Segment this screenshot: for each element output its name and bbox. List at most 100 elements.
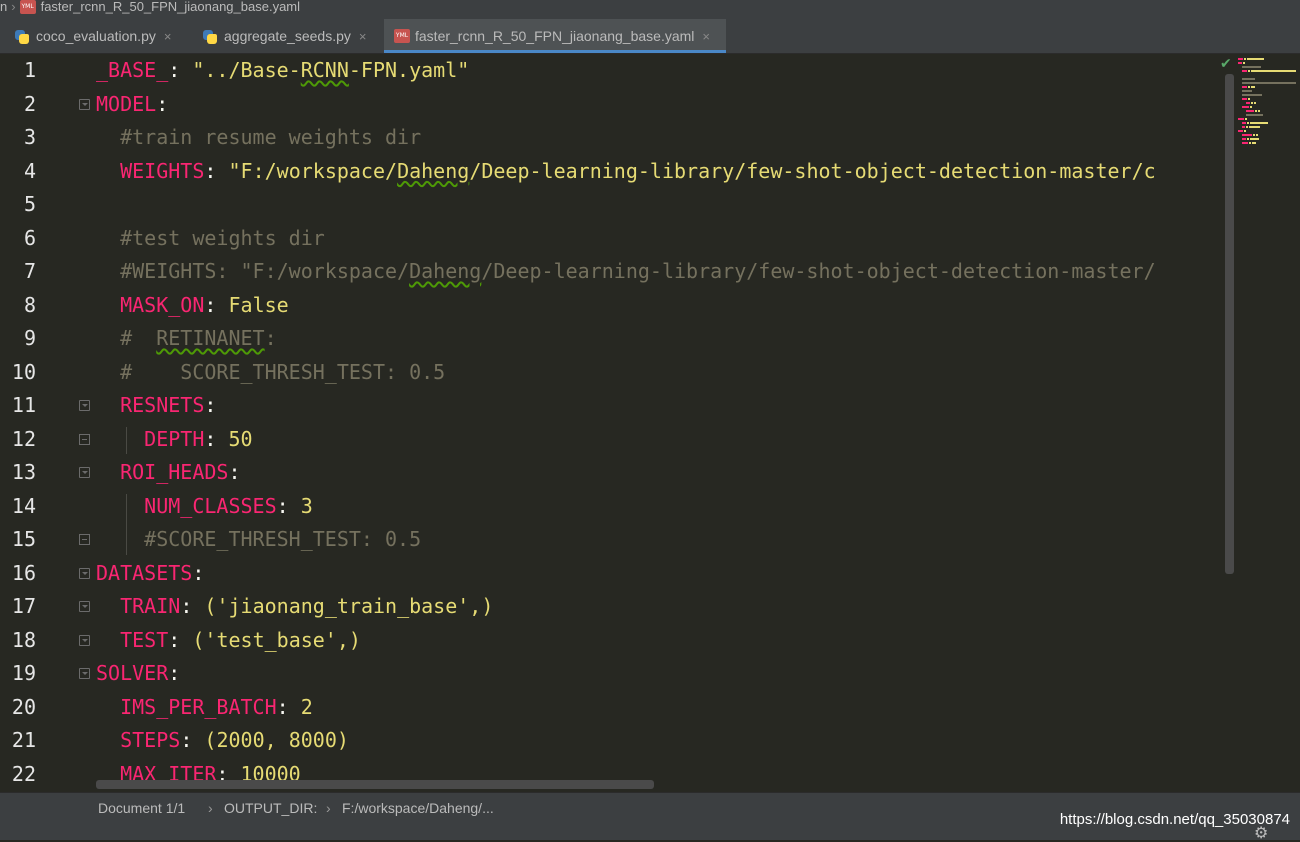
fold-end-icon[interactable] (79, 534, 90, 545)
code-line[interactable]: STEPS: (2000, 8000) (96, 724, 349, 757)
horizontal-scrollbar[interactable] (96, 780, 654, 789)
fold-end-icon[interactable] (79, 433, 90, 445)
code-token: : (180, 728, 205, 752)
tab-faster-rcnn-yaml[interactable]: YML faster_rcnn_R_50_FPN_jiaonang_base.ya… (384, 19, 726, 53)
close-icon[interactable]: × (164, 29, 172, 44)
code-line[interactable]: TEST: ('test_base',) (96, 624, 361, 657)
code-line[interactable]: NUM_CLASSES: 3 (96, 490, 313, 523)
minimap-row (1242, 126, 1245, 128)
close-icon[interactable]: × (702, 29, 710, 44)
code-token: IMS_PER_BATCH (120, 694, 277, 719)
code-line[interactable]: IMS_PER_BATCH: 2 (96, 691, 313, 724)
minimap-row (1247, 58, 1264, 60)
fold-expanded-icon[interactable] (79, 98, 90, 110)
yaml-path-item[interactable]: OUTPUT_DIR: (224, 793, 317, 823)
close-icon[interactable]: × (359, 29, 367, 44)
breadcrumb: n › YML faster_rcnn_R_50_FPN_jiaonang_base.… (0, 0, 1300, 19)
code-area[interactable]: _BASE_: "../Base-RCNN-FPN.yaml" MODEL: #t… (96, 54, 1226, 792)
minimap-row (1238, 58, 1243, 60)
code-editor[interactable]: 1 2 3 4 5 6 7 8 9 10 11 12 13 14 15 16 17 18 19 20 21 22 _BAS… (0, 54, 1236, 792)
minimap-row (1242, 90, 1252, 92)
minimap-row (1247, 138, 1249, 140)
code-token: #WEIGHTS: "F:/workspace/Daheng/Deep-lear… (120, 259, 1156, 283)
tab-aggregate-seeds[interactable]: aggregate_seeds.py × (192, 19, 382, 53)
breadcrumb-separator: › (208, 800, 213, 816)
document-indicator[interactable]: Document 1/1 (98, 793, 185, 823)
minimap-row (1255, 110, 1257, 112)
editor-tab-bar: coco_evaluation.py × aggregate_seeds.py × … (0, 19, 1300, 54)
python-file-icon (202, 29, 218, 45)
yaml-path-item[interactable]: F:/workspace/Daheng/... (342, 793, 494, 823)
fold-expanded-icon[interactable] (79, 467, 90, 478)
minimap-row (1248, 98, 1250, 100)
fold-expanded-icon[interactable] (79, 634, 90, 646)
vertical-scrollbar[interactable] (1225, 74, 1234, 574)
code-token: : (204, 426, 229, 451)
code-token: : (204, 292, 229, 317)
minimap-row (1238, 62, 1242, 64)
fold-expanded-icon[interactable] (79, 400, 90, 411)
code-line[interactable]: #WEIGHTS: "F:/workspace/Daheng/Deep-lear… (96, 255, 1156, 288)
code-token: : (204, 158, 229, 183)
code-token: DEPTH (144, 426, 205, 451)
code-line[interactable]: MODEL: (96, 88, 168, 121)
line-number: 22 (11, 761, 36, 786)
fold-expanded-icon[interactable] (79, 601, 90, 612)
code-line[interactable]: ROI_HEADS: (96, 456, 240, 489)
line-number: 15 (11, 527, 36, 551)
code-token: 2 (300, 694, 313, 719)
code-line[interactable]: DEPTH: 50 (96, 423, 252, 456)
code-line[interactable]: MASK_ON: False (96, 289, 289, 322)
code-line[interactable]: RESNETS: (96, 389, 216, 422)
code-token: : (276, 493, 301, 518)
minimap-row (1258, 110, 1260, 112)
code-token: (2000, 8000) (204, 728, 349, 752)
spelling-underline: RCNN (300, 58, 349, 82)
spelling-underline: Daheng (397, 158, 470, 183)
code-line[interactable]: DATASETS: (96, 557, 204, 590)
inspection-ok-icon[interactable]: ✔ (1220, 56, 1232, 72)
code-line[interactable]: _BASE_: "../Base-RCNN-FPN.yaml" (96, 54, 469, 87)
indent-guide (126, 426, 127, 454)
code-line[interactable]: SOLVER: (96, 657, 180, 690)
code-line[interactable]: TRAIN: ('jiaonang_train_base',) (96, 590, 493, 623)
code-token: #test weights dir (120, 225, 325, 250)
minimap-row (1253, 134, 1255, 136)
breadcrumb-separator: › (326, 800, 331, 816)
minimap-row (1246, 126, 1248, 128)
breadcrumb-file[interactable]: faster_rcnn_R_50_FPN_jiaonang_base.yaml (41, 0, 300, 14)
line-number: 12 (11, 426, 36, 451)
line-number: 21 (11, 728, 36, 752)
minimap-row (1242, 94, 1262, 96)
fold-expanded-icon[interactable] (79, 668, 90, 679)
minimap-row (1244, 130, 1246, 132)
code-line[interactable]: # SCORE_THRESH_TEST: 0.5 (96, 356, 445, 389)
minimap-row (1246, 110, 1254, 112)
indent-guide (126, 493, 127, 555)
gear-icon[interactable]: ⚙ (1254, 825, 1268, 841)
tab-coco-evaluation[interactable]: coco_evaluation.py × (4, 19, 190, 53)
code-line[interactable]: WEIGHTS: "F:/workspace/Daheng/Deep-learn… (96, 155, 1156, 188)
minimap-row (1242, 106, 1249, 108)
code-line[interactable]: #SCORE_THRESH_TEST: 0.5 (96, 523, 421, 556)
minimap-row (1251, 86, 1255, 88)
breadcrumb-prefix[interactable]: n (0, 0, 7, 14)
code-line[interactable]: #test weights dir (96, 222, 325, 255)
code-token: "F:/workspace/Daheng/Deep-learning-libra… (228, 158, 1156, 183)
fold-expanded-icon[interactable] (79, 567, 90, 579)
code-token: : (192, 560, 205, 585)
code-line[interactable]: # RETINANET: (96, 322, 277, 355)
minimap-row (1251, 70, 1296, 72)
code-line[interactable]: #train resume weights dir (96, 121, 421, 154)
minimap-row (1246, 114, 1263, 116)
code-minimap[interactable] (1236, 54, 1300, 154)
